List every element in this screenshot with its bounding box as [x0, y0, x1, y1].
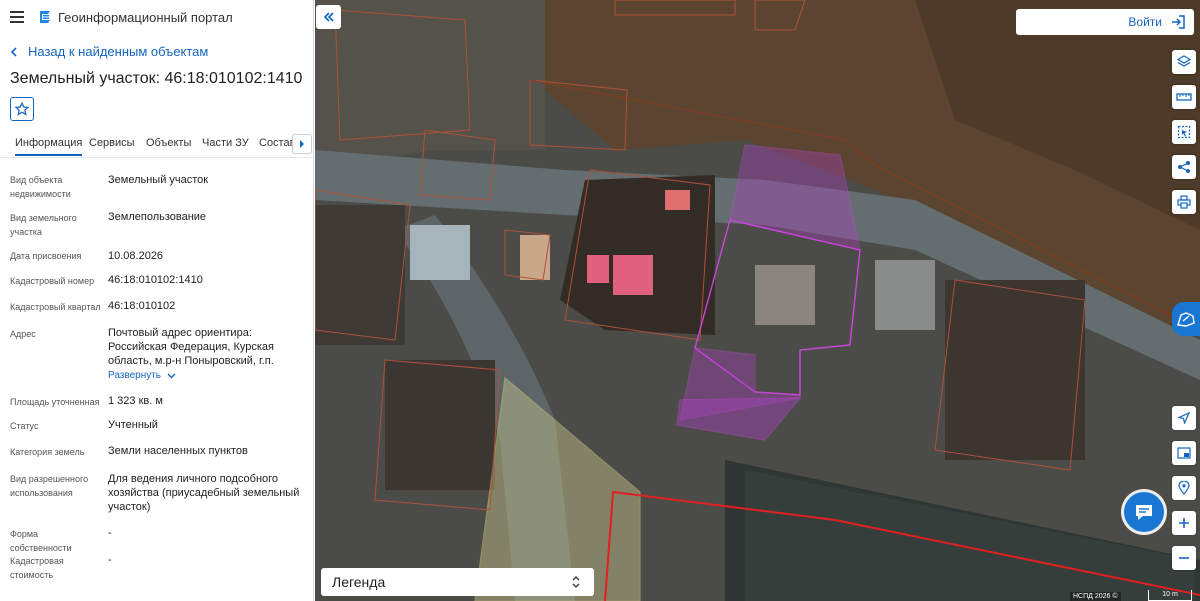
chat-button[interactable]: [1124, 492, 1164, 532]
map-feedback-icon: [1177, 312, 1195, 327]
field-label-status: Статус: [10, 421, 39, 431]
tab-information[interactable]: Информация: [15, 137, 83, 156]
tabs-scroll-right-button[interactable]: [292, 134, 312, 154]
feedback-side-tab[interactable]: [1172, 302, 1200, 336]
print-icon: [1177, 195, 1191, 209]
menu-icon[interactable]: [10, 11, 24, 23]
zoom-out-button[interactable]: [1172, 546, 1196, 570]
app-title: Геоинформационный портал: [58, 10, 233, 25]
chevron-right-icon: [300, 140, 304, 148]
expand-collapse-icon: [572, 576, 580, 588]
map-view[interactable]: [315, 0, 1200, 601]
legend-label: Легенда: [332, 574, 386, 590]
field-label-assignment-date: Дата присвоения: [10, 251, 82, 261]
field-value-ownership-form: -: [108, 527, 112, 539]
field-label-parcel-kind: Вид земельного участка: [10, 213, 77, 237]
field-value-cadastral-value: -: [108, 554, 112, 566]
map-attribution: НСПД 2026 ©: [1070, 592, 1121, 601]
chat-icon: [1136, 505, 1152, 520]
info-sidebar: Геоинформационный портал Назад к найденн…: [0, 0, 314, 601]
zoom-in-icon: [1179, 518, 1189, 528]
print-button[interactable]: [1172, 190, 1196, 214]
basemap-button[interactable]: [1172, 441, 1196, 465]
address-expand-label: Развернуть: [108, 370, 162, 381]
field-value-area: 1 323 кв. м: [108, 395, 163, 407]
field-label-cadastral-number: Кадастровый номер: [10, 276, 95, 286]
star-icon: [15, 102, 29, 116]
portal-logo-icon: [40, 11, 50, 23]
zoom-out-icon: [1179, 557, 1189, 559]
login-label: Войти: [1128, 15, 1162, 29]
field-label-cadastral-quarter: Кадастровый квартал: [10, 302, 101, 312]
field-label-ownership-form: Форма собственности: [10, 529, 72, 553]
collapse-sidebar-button[interactable]: [316, 5, 341, 29]
field-value-address: Почтовый адрес ориентира: Российская Фед…: [108, 327, 274, 367]
tab-services[interactable]: Сервисы: [89, 137, 135, 149]
pin-button[interactable]: [1172, 476, 1196, 500]
field-label-object-kind: Вид объекта недвижимости: [10, 175, 71, 199]
back-link-label: Назад к найденным объектам: [28, 44, 209, 59]
back-to-results-link[interactable]: Назад к найденным объектам: [10, 44, 208, 59]
select-area-icon: [1177, 125, 1191, 139]
login-icon: [1172, 15, 1185, 29]
layers-button[interactable]: [1172, 50, 1196, 74]
ruler-icon: [1176, 93, 1192, 101]
pin-icon: [1178, 481, 1190, 495]
field-value-status: Учтенный: [108, 419, 158, 431]
field-value-cadastral-number: 46:18:010102:1410: [108, 274, 203, 286]
field-value-parcel-kind: Землепользование: [108, 211, 207, 223]
zoom-in-button[interactable]: [1172, 511, 1196, 535]
field-label-address: Адрес: [10, 329, 36, 339]
login-button[interactable]: Войти: [1016, 9, 1194, 35]
info-tabs: Информация Сервисы Объекты Части ЗУ Сост…: [0, 131, 313, 158]
legend-dropdown[interactable]: Легенда: [321, 568, 594, 596]
page-title: Земельный участок: 46:18:010102:1410: [10, 70, 303, 87]
share-button[interactable]: [1172, 155, 1196, 179]
top-bar: Геоинформационный портал: [0, 0, 313, 34]
field-label-land-category: Категория земель: [10, 447, 85, 457]
locate-icon: [1178, 412, 1190, 424]
double-chevron-left-icon: [323, 12, 334, 22]
field-value-permitted-use: Для ведения личного подсобного хозяйства…: [108, 473, 300, 513]
satellite-imagery: [315, 0, 1200, 601]
field-value-land-category: Земли населенных пунктов: [108, 445, 248, 457]
my-location-button[interactable]: [1172, 406, 1196, 430]
address-expand-link[interactable]: Развернуть: [108, 370, 176, 381]
chevron-left-icon: [10, 46, 17, 57]
tab-parcel-parts[interactable]: Части ЗУ: [202, 137, 249, 149]
field-label-area: Площадь уточненная: [10, 397, 100, 407]
field-value-cadastral-quarter: 46:18:010102: [108, 300, 176, 312]
chevron-down-icon: [167, 373, 176, 378]
select-area-button[interactable]: [1172, 120, 1196, 144]
favorite-button[interactable]: [10, 97, 34, 121]
layers-icon: [1177, 55, 1191, 67]
basemap-icon: [1177, 447, 1191, 459]
tab-objects[interactable]: Объекты: [146, 137, 191, 149]
field-value-object-kind: Земельный участок: [108, 174, 209, 186]
field-label-permitted-use: Вид разрешенного использования: [10, 474, 89, 498]
field-label-cadastral-value: Кадастровая стоимость: [10, 556, 64, 580]
field-value-assignment-date: 10.08.2026: [108, 250, 164, 262]
tab-composition[interactable]: Состав: [259, 137, 295, 149]
map-scale-bar: 10 m: [1148, 590, 1192, 601]
measure-button[interactable]: [1172, 85, 1196, 109]
share-icon: [1178, 161, 1190, 173]
